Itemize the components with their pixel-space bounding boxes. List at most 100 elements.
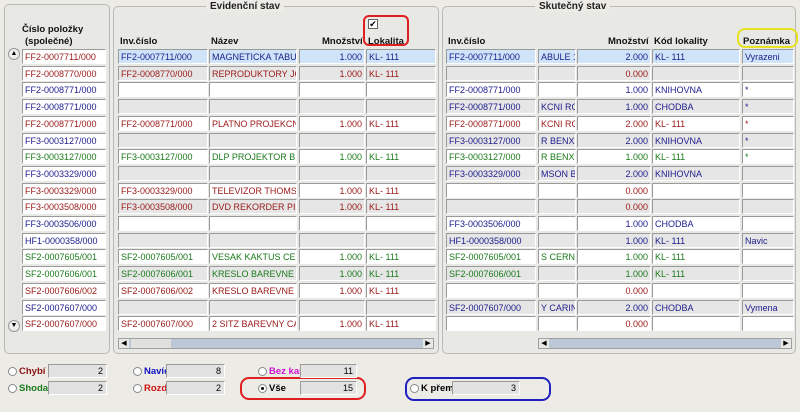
skut-note-cell[interactable] xyxy=(742,182,794,198)
evid-qty-cell[interactable] xyxy=(299,99,365,115)
skut-location-cell[interactable] xyxy=(652,316,740,332)
evid-location-cell[interactable]: KL- 111 xyxy=(366,49,436,64)
skut-inv-cell[interactable] xyxy=(446,182,536,198)
skut-note-cell[interactable] xyxy=(742,65,794,81)
evid-inv-cell[interactable] xyxy=(118,82,208,98)
skut-name-cell[interactable] xyxy=(538,216,576,231)
evid-qty-cell[interactable] xyxy=(299,232,365,248)
skut-name-cell[interactable]: Y CARIN xyxy=(538,299,576,315)
evid-location-cell[interactable]: KL- 111 xyxy=(366,316,436,332)
skut-name-cell[interactable] xyxy=(538,266,576,282)
skut-inv-cell[interactable]: HF1-0000358/000 xyxy=(446,232,536,248)
evid-location-cell[interactable]: KL- 111 xyxy=(366,115,436,131)
evid-qty-cell[interactable] xyxy=(299,216,365,231)
common-item-cell[interactable]: FF2-0007711/000 xyxy=(22,49,106,64)
evid-name-cell[interactable] xyxy=(209,216,297,231)
skut-inv-cell[interactable] xyxy=(446,316,536,332)
skut-qty-cell[interactable]: 1.000 xyxy=(577,82,651,98)
evid-inv-cell[interactable]: FF2-0007711/000 xyxy=(118,49,208,64)
skut-location-cell[interactable]: KL- 111 xyxy=(652,266,740,282)
common-item-cell[interactable]: FF3-0003127/000 xyxy=(22,149,106,165)
skut-name-cell[interactable] xyxy=(538,282,576,298)
skut-note-cell[interactable] xyxy=(742,266,794,282)
skut-qty-cell[interactable]: 1.000 xyxy=(577,99,651,115)
evid-qty-cell[interactable]: 1.000 xyxy=(299,65,365,81)
evid-qty-cell[interactable] xyxy=(299,299,365,315)
evid-location-cell[interactable] xyxy=(366,299,436,315)
skut-qty-cell[interactable]: 0.000 xyxy=(577,316,651,332)
skut-qty-cell[interactable]: 1.000 xyxy=(577,249,651,265)
skut-note-cell[interactable] xyxy=(742,282,794,298)
skut-name-cell[interactable]: R BENX M xyxy=(538,149,576,165)
skut-note-cell[interactable]: * xyxy=(742,132,794,148)
evid-inv-cell[interactable]: SF2-0007605/001 xyxy=(118,249,208,265)
skut-note-cell[interactable] xyxy=(742,249,794,265)
evid-qty-cell[interactable] xyxy=(299,165,365,181)
evid-inv-cell[interactable]: FF2-0008771/000 xyxy=(118,115,208,131)
skut-location-cell[interactable] xyxy=(652,282,740,298)
evid-qty-cell[interactable]: 1.000 xyxy=(299,49,365,64)
skut-note-cell[interactable] xyxy=(742,216,794,231)
evid-location-cell[interactable] xyxy=(366,82,436,98)
skut-location-cell[interactable]: KL- 111 xyxy=(652,249,740,265)
skut-qty-cell[interactable]: 0.000 xyxy=(577,182,651,198)
evid-qty-cell[interactable]: 1.000 xyxy=(299,149,365,165)
scroll-up-icon[interactable]: ▲ xyxy=(8,48,20,60)
evid-inv-cell[interactable] xyxy=(118,132,208,148)
common-item-cell[interactable]: FF3-0003329/000 xyxy=(22,182,106,198)
evid-location-cell[interactable]: KL- 111 xyxy=(366,65,436,81)
filter-radio-1[interactable] xyxy=(8,384,17,393)
filter-label-1[interactable]: Shoda xyxy=(19,383,48,394)
filter-radio-4[interactable] xyxy=(258,367,267,376)
skut-inv-cell[interactable] xyxy=(446,199,536,215)
evid-qty-cell[interactable]: 1.000 xyxy=(299,249,365,265)
evid-name-cell[interactable]: 2 SITZ BAREVNY CA xyxy=(209,316,297,332)
skut-note-cell[interactable]: Vyrazeni xyxy=(742,49,794,64)
evid-inv-cell[interactable] xyxy=(118,299,208,315)
evid-name-cell[interactable]: TELEVIZOR THOMSC xyxy=(209,182,297,198)
common-item-cell[interactable]: FF3-0003506/000 xyxy=(22,216,106,231)
common-item-cell[interactable]: FF2-0008771/000 xyxy=(22,115,106,131)
skut-note-cell[interactable]: Vymena xyxy=(742,299,794,315)
skut-location-cell[interactable] xyxy=(652,199,740,215)
skut-note-cell[interactable]: * xyxy=(742,82,794,98)
skut-location-cell[interactable]: KL- 111 xyxy=(652,115,740,131)
common-item-cell[interactable]: FF2-0008771/000 xyxy=(22,99,106,115)
evid-location-cell[interactable] xyxy=(366,165,436,181)
evid-inv-cell[interactable]: SF2-0007607/000 xyxy=(118,316,208,332)
skut-name-cell[interactable] xyxy=(538,316,576,332)
skut-note-cell[interactable]: * xyxy=(742,115,794,131)
skut-name-cell[interactable]: MSON B xyxy=(538,165,576,181)
skut-qty-cell[interactable]: 2.000 xyxy=(577,132,651,148)
scroll-down-icon[interactable]: ▼ xyxy=(8,320,20,332)
scroll-right-icon[interactable]: ▶ xyxy=(423,339,433,348)
skut-name-cell[interactable] xyxy=(538,182,576,198)
skut-inv-cell[interactable]: FF2-0008771/000 xyxy=(446,99,536,115)
skut-qty-cell[interactable]: 2.000 xyxy=(577,165,651,181)
evid-location-cell[interactable]: KL- 111 xyxy=(366,182,436,198)
common-item-cell[interactable]: FF3-0003508/000 xyxy=(22,199,106,215)
skut-location-cell[interactable] xyxy=(652,65,740,81)
evid-name-cell[interactable]: DLP PROJEKTOR BEN xyxy=(209,149,297,165)
skut-location-cell[interactable]: KL- 111 xyxy=(652,149,740,165)
skut-location-cell[interactable]: KL- 111 xyxy=(652,232,740,248)
skut-inv-cell[interactable] xyxy=(446,282,536,298)
evid-qty-cell[interactable]: 1.000 xyxy=(299,115,365,131)
evid-name-cell[interactable]: VESAK KAKTUS CER xyxy=(209,249,297,265)
skut-location-cell[interactable]: KNIHOVNA xyxy=(652,132,740,148)
evid-inv-cell[interactable]: SF2-0007606/002 xyxy=(118,282,208,298)
skut-name-cell[interactable]: KCNI ROI xyxy=(538,115,576,131)
skut-note-cell[interactable]: * xyxy=(742,149,794,165)
scroll-right-icon[interactable]: ▶ xyxy=(781,339,791,348)
evid-name-cell[interactable] xyxy=(209,165,297,181)
skut-location-cell[interactable]: KNIHOVNA xyxy=(652,165,740,181)
filter-radio-0[interactable] xyxy=(8,367,17,376)
skut-qty-cell[interactable]: 1.000 xyxy=(577,232,651,248)
skut-qty-cell[interactable]: 2.000 xyxy=(577,299,651,315)
evid-inv-cell[interactable] xyxy=(118,232,208,248)
evid-inv-cell[interactable] xyxy=(118,165,208,181)
skut-inv-cell[interactable]: SF2-0007605/001 xyxy=(446,249,536,265)
skut-qty-cell[interactable]: 2.000 xyxy=(577,115,651,131)
common-item-cell[interactable]: SF2-0007606/002 xyxy=(22,282,106,298)
evid-qty-cell[interactable]: 1.000 xyxy=(299,199,365,215)
